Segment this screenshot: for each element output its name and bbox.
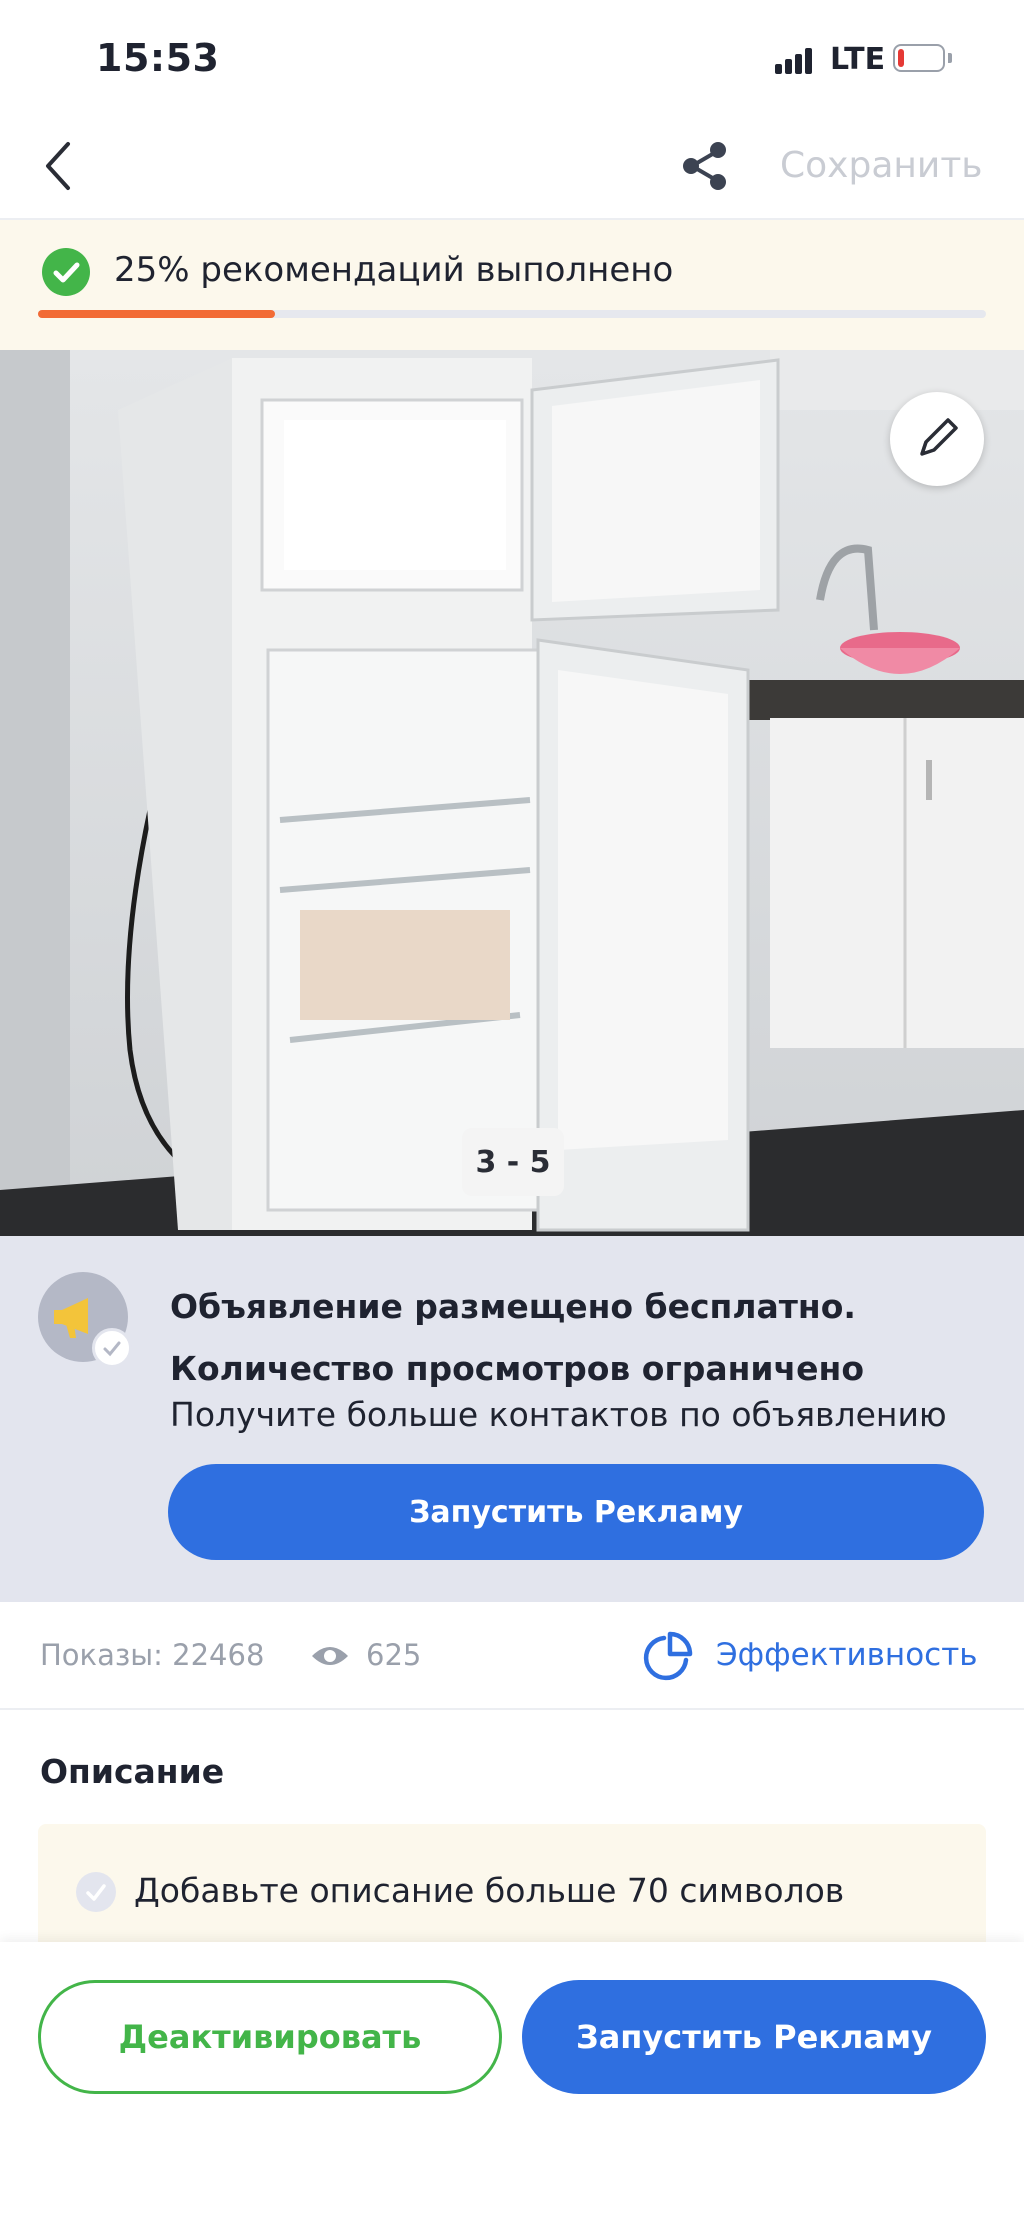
battery-icon: [893, 44, 945, 72]
launch-ad-bottom-button[interactable]: Запустить Рекламу: [522, 1980, 986, 2094]
battery-cap: [948, 53, 952, 63]
pie-chart-icon[interactable]: [640, 1630, 694, 1684]
views-count: 625: [366, 1638, 422, 1672]
check-circle-icon: [76, 1872, 116, 1912]
progress-fill: [38, 310, 275, 318]
save-button[interactable]: Сохранить: [780, 145, 983, 186]
chevron-left-icon: [46, 142, 70, 190]
description-hint-text: Добавьте описание больше 70 символов: [134, 1871, 845, 1910]
launch-ad-button[interactable]: Запустить Рекламу: [168, 1464, 984, 1560]
fridge-photo: [0, 350, 1024, 1236]
network-type: LTE: [830, 42, 886, 77]
status-time: 15:53: [96, 36, 220, 80]
impressions-count: Показы: 22468: [40, 1638, 265, 1672]
description-title: Описание: [40, 1752, 225, 1791]
check-badge-icon: [92, 1328, 132, 1368]
pencil-icon: [920, 418, 958, 456]
edit-photo-button[interactable]: [890, 392, 984, 486]
promo-title-line2: Количество просмотров ограничено: [170, 1349, 865, 1388]
recommendations-text: 25% рекомендаций выполнено: [114, 250, 674, 290]
back-button[interactable]: [40, 138, 80, 194]
photo-counter: 3 - 5: [462, 1128, 564, 1196]
listing-photo[interactable]: [0, 350, 1024, 1236]
share-button[interactable]: [678, 138, 732, 194]
stats-divider: [0, 1708, 1024, 1710]
promo-title-line1: Объявление размещено бесплатно.: [170, 1287, 856, 1326]
deactivate-button[interactable]: Деактивировать: [38, 1980, 502, 2094]
promo-subtitle: Получите больше контактов по объявлению: [170, 1395, 947, 1434]
efficiency-link[interactable]: Эффективность: [716, 1637, 978, 1673]
signal-icon: [775, 48, 815, 74]
promo-title: Объявление размещено бесплатно. Количест…: [170, 1276, 990, 1400]
eye-icon: [310, 1640, 350, 1672]
share-icon: [683, 142, 726, 190]
check-circle-icon: [42, 248, 90, 296]
